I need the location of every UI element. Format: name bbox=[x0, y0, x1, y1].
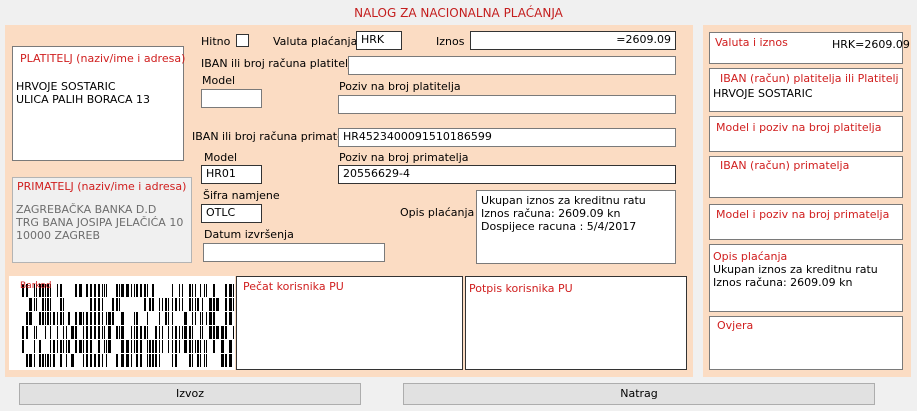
form-title: NALOG ZA NACIONALNA PLAĆANJA bbox=[354, 6, 563, 20]
platitelj-value: HRVOJE SOSTARIC ULICA PALIH BORACA 13 bbox=[16, 80, 150, 106]
iban-platitelja-label: IBAN ili broj računa platitelja bbox=[201, 57, 358, 70]
summary-iban-platitelja-label: IBAN (račun) platitelja ili Platitelj bbox=[720, 72, 899, 85]
model-primatelja-input[interactable]: HR01 bbox=[201, 165, 262, 184]
poziv-primatelja-label: Poziv na broj primatelja bbox=[339, 151, 469, 164]
sifra-namjene-input[interactable]: OTLC bbox=[201, 204, 262, 223]
platitelj-label: PLATITELJ (naziv/ime i adresa) bbox=[20, 52, 186, 65]
model-primatelja-label: Model bbox=[204, 151, 238, 164]
summary-iban-platitelja-value: HRVOJE SOSTARIC bbox=[713, 87, 813, 100]
opis-placanja-input[interactable]: Ukupan iznos za kreditnu ratu Iznos raču… bbox=[476, 190, 676, 264]
summary-opis-value: Ukupan iznos za kreditnu ratu Iznos raču… bbox=[713, 263, 878, 289]
summary-iban-primatelja-label: IBAN (račun) primatelja bbox=[720, 159, 850, 172]
iban-platitelja-input[interactable] bbox=[348, 56, 676, 75]
hitno-checkbox[interactable] bbox=[236, 34, 249, 47]
iban-primatelja-label: IBAN ili broj računa primatelja bbox=[192, 130, 357, 143]
iznos-label: Iznos bbox=[436, 35, 465, 48]
primatelj-label: PRIMATELJ (naziv/ime i adresa) bbox=[17, 180, 187, 193]
valuta-label: Valuta plaćanja bbox=[273, 35, 358, 48]
natrag-button[interactable]: Natrag bbox=[403, 383, 875, 405]
valuta-input[interactable]: HRK bbox=[356, 31, 402, 50]
poziv-primatelja-input[interactable]: 20556629-4 bbox=[338, 165, 676, 184]
barcode-box: Barkod bbox=[9, 276, 235, 370]
summary-valuta-value: HRK=2609.09 bbox=[832, 38, 910, 51]
opis-placanja-label: Opis plaćanja bbox=[400, 206, 475, 219]
summary-model-platitelja-label: Model i poziv na broj platitelja bbox=[716, 121, 882, 134]
hitno-label: Hitno bbox=[201, 35, 231, 48]
summary-ovjera-label: Ovjera bbox=[717, 319, 754, 332]
datum-izvrsenja-input[interactable] bbox=[203, 243, 385, 262]
izvoz-button[interactable]: Izvoz bbox=[19, 383, 361, 405]
potpis-label: Potpis korisnika PU bbox=[469, 282, 573, 295]
primatelj-value: ZAGREBAČKA BANKA D.D TRG BANA JOSIPA JEL… bbox=[16, 203, 184, 242]
poziv-platitelja-label: Poziv na broj platitelja bbox=[339, 80, 461, 93]
barcode-label: Barkod bbox=[20, 281, 52, 291]
iznos-input[interactable]: =2609.09 bbox=[470, 31, 676, 50]
poziv-platitelja-input[interactable] bbox=[338, 95, 676, 114]
iban-primatelja-input[interactable]: HR4523400091510186599 bbox=[338, 128, 676, 147]
summary-valuta-label: Valuta i iznos bbox=[715, 36, 788, 49]
summary-model-primatelja-label: Model i poziv na broj primatelja bbox=[716, 208, 890, 221]
sifra-namjene-label: Šifra namjene bbox=[203, 189, 280, 202]
datum-izvrsenja-label: Datum izvršenja bbox=[204, 228, 294, 241]
pecat-label: Pečat korisnika PU bbox=[243, 280, 344, 293]
model-platitelja-input[interactable] bbox=[201, 89, 262, 108]
model-platitelja-label: Model bbox=[202, 74, 236, 87]
